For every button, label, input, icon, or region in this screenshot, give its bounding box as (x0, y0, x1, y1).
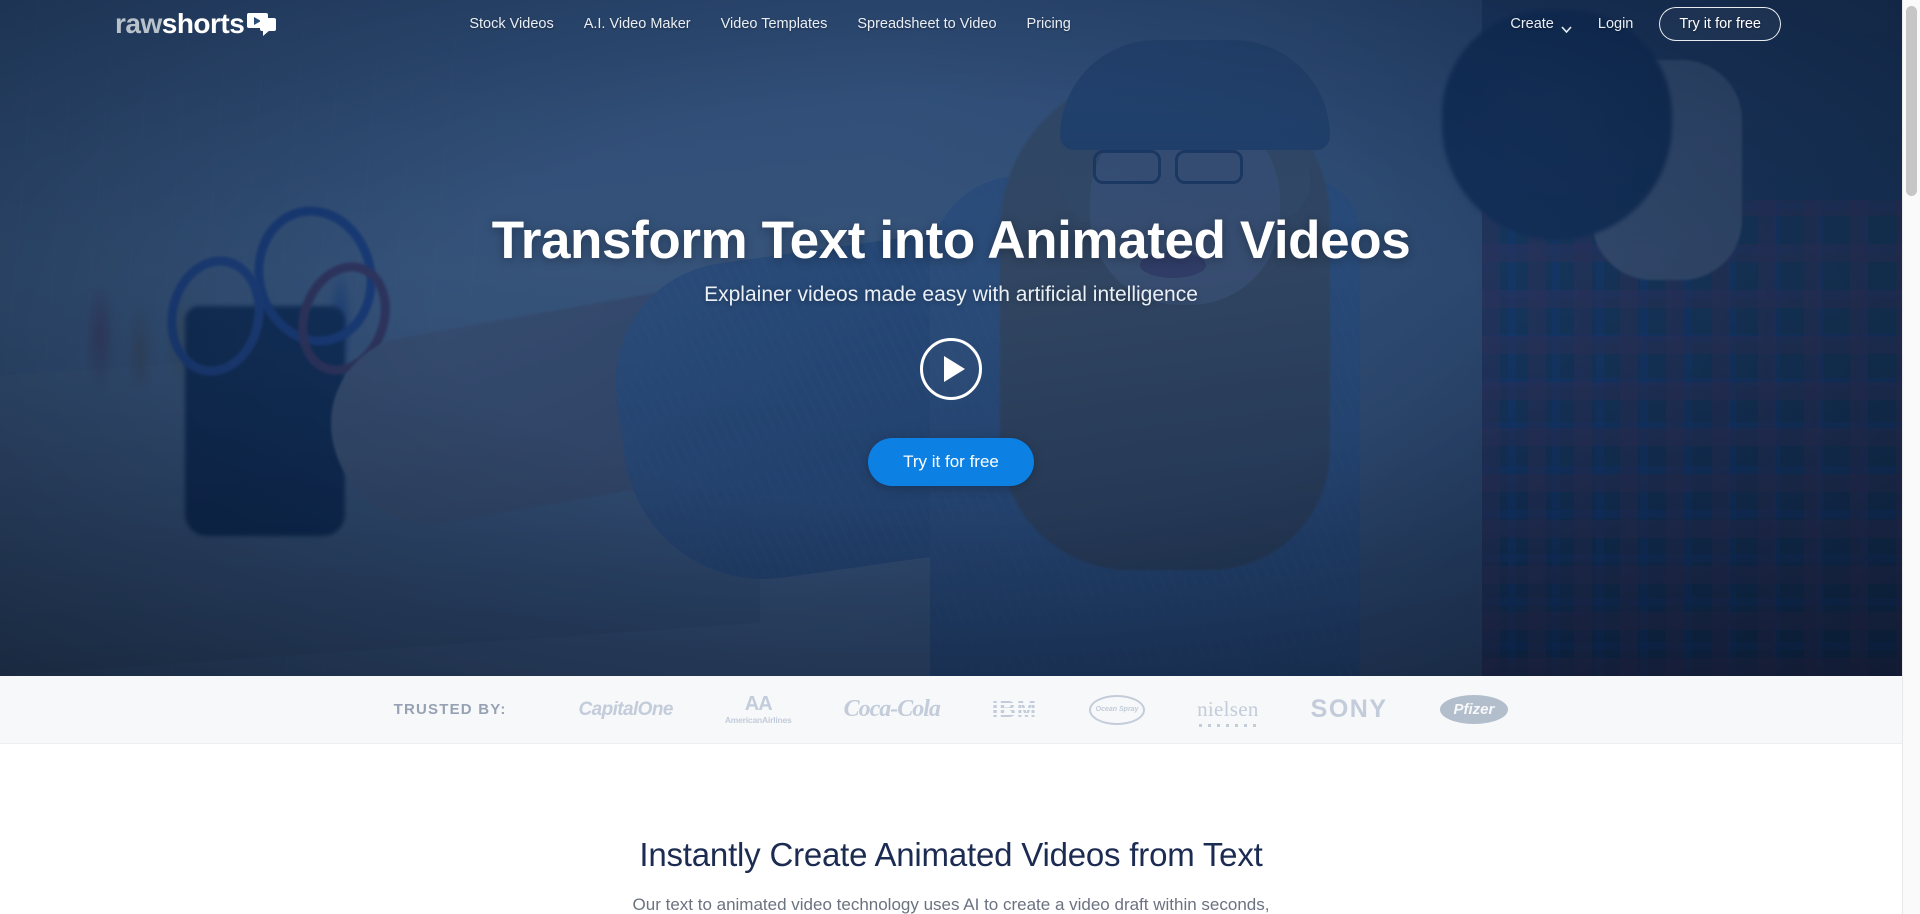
hero-title: Transform Text into Animated Videos (491, 211, 1411, 270)
play-icon (943, 356, 965, 383)
page-viewport: raw shorts Stock Videos A.I. Video Maker… (0, 0, 1902, 914)
trusted-by-strip: TRUSTED BY: CapitalOne AA AmericanAirlin… (0, 676, 1902, 744)
nav-item-video-templates[interactable]: Video Templates (721, 16, 828, 32)
play-video-button[interactable] (920, 338, 982, 401)
section-paragraph-line1: Our text to animated video technology us… (632, 895, 1270, 914)
logo-coca-cola: Coca-Cola (843, 696, 941, 722)
nav-item-spreadsheet-to-video[interactable]: Spreadsheet to Video (857, 16, 996, 32)
nav-try-it-free-button[interactable]: Try it for free (1659, 7, 1781, 41)
section-title: Instantly Create Animated Videos from Te… (639, 836, 1263, 873)
nav-item-login[interactable]: Login (1598, 16, 1633, 32)
main-navigation: raw shorts Stock Videos A.I. Video Maker… (0, 0, 1902, 48)
nav-right-group: Create Login Try it for free (1510, 7, 1781, 41)
hero-try-it-free-button[interactable]: Try it for free (868, 438, 1034, 487)
logo-ibm: IBM (991, 696, 1038, 722)
nav-create-label: Create (1510, 16, 1554, 32)
logo-text-shorts: shorts (161, 8, 245, 39)
nav-item-pricing[interactable]: Pricing (1027, 16, 1071, 32)
vertical-scrollbar[interactable] (1902, 0, 1920, 914)
logo-nielsen: nielsen (1197, 697, 1259, 727)
logo-capital-one: CapitalOne (578, 698, 674, 720)
nav-links: Stock Videos A.I. Video Maker Video Temp… (469, 16, 1071, 32)
logo-american-airlines: AA AmericanAirlines (724, 693, 792, 726)
logo-sony: SONY (1310, 695, 1388, 723)
trusted-by-label: TRUSTED BY: (393, 701, 507, 718)
logo[interactable]: raw shorts (115, 8, 277, 40)
how-it-works-section: Instantly Create Animated Videos from Te… (0, 744, 1902, 914)
scrollbar-thumb[interactable] (1906, 6, 1917, 196)
logo-pfizer: Pfizer (1439, 690, 1509, 730)
hero-content: Transform Text into Animated Videos Expl… (0, 0, 1902, 676)
nav-item-create[interactable]: Create (1510, 16, 1572, 33)
hero-section: raw shorts Stock Videos A.I. Video Maker… (0, 0, 1902, 676)
logo-text-raw: raw (115, 8, 162, 39)
nav-item-ai-video-maker[interactable]: A.I. Video Maker (584, 16, 691, 32)
hero-subtitle: Explainer videos made easy with artifici… (704, 283, 1198, 307)
logo-ocean-spray: Ocean Spray (1089, 690, 1146, 730)
nav-item-stock-videos[interactable]: Stock Videos (469, 16, 553, 32)
video-chat-bubble-icon (247, 13, 277, 36)
chevron-down-icon (1561, 21, 1572, 33)
